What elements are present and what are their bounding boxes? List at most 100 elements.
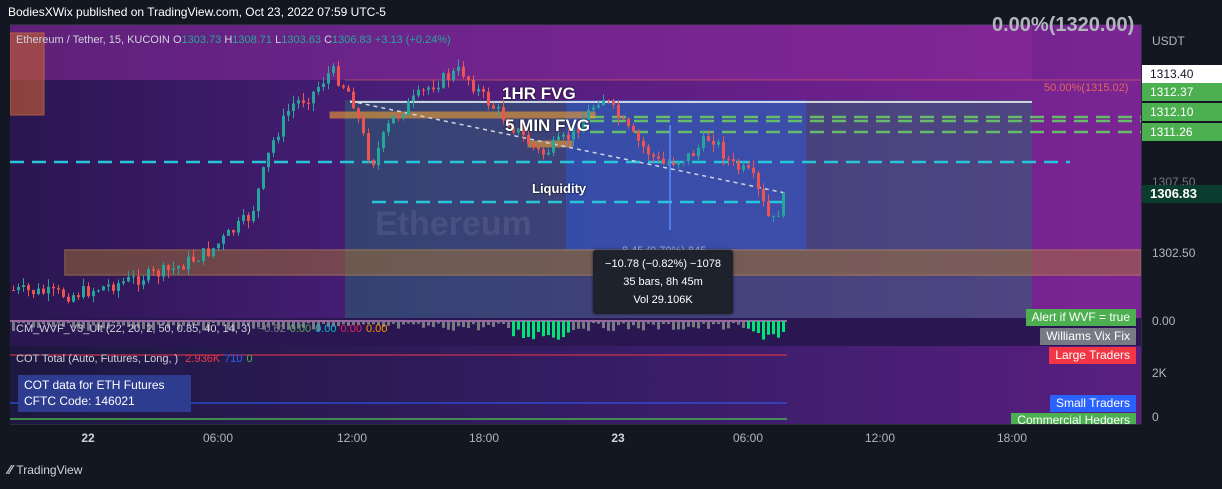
- wvf-bar: [687, 321, 690, 327]
- candle-body: [97, 290, 100, 292]
- candle-body: [407, 101, 410, 116]
- cot-legend-name: COT Total (Auto, Futures, Long, ): [16, 353, 179, 365]
- candle-body: [632, 126, 635, 132]
- wvf-bar: [617, 321, 620, 326]
- candle-body: [757, 173, 760, 189]
- candle-body: [467, 76, 470, 80]
- wvf-bar: [622, 321, 625, 324]
- candle-body: [552, 140, 555, 153]
- candle-body: [532, 143, 535, 147]
- candle-body: [677, 162, 680, 165]
- candle-body: [102, 286, 105, 291]
- cot-legend[interactable]: COT Total (Auto, Futures, Long, ) 2.936K…: [16, 353, 253, 365]
- wvf-bar: [567, 321, 570, 333]
- price-scale[interactable]: USDT 1313.40 1312.37 1312.10 1311.26 130…: [1141, 24, 1222, 424]
- wvf-bar: [407, 321, 410, 324]
- candle-body: [622, 118, 625, 120]
- measure-bars: 35 bars, 8h 45m: [623, 276, 703, 288]
- price-tick-1302-50: 1302.50: [1152, 246, 1196, 260]
- candle-body: [617, 104, 620, 119]
- wvf-bar: [677, 321, 680, 330]
- fvg-5min-label[interactable]: 5 MIN FVG: [505, 116, 590, 136]
- candle-body: [442, 73, 445, 88]
- candle-body: [777, 215, 780, 217]
- wvf-bar: [782, 321, 785, 332]
- wvf-bar: [707, 321, 710, 329]
- wvf-bar: [607, 321, 610, 331]
- wvf-bar: [502, 321, 505, 324]
- wvf-bar: [632, 321, 635, 326]
- watermark-text: Ethereum: [375, 205, 532, 243]
- close-label: C: [324, 34, 333, 46]
- wvf-bar: [627, 321, 630, 330]
- candle-body: [72, 295, 75, 302]
- candle-body: [177, 266, 180, 269]
- footer-brand[interactable]: ⁄⁄ TradingView: [8, 462, 82, 477]
- candle-body: [397, 115, 400, 118]
- wvf-bar: [467, 321, 470, 329]
- wvf-legend[interactable]: CM_WVF_V3_Ult (22, 20, 2, 50, 0.85, 40, …: [16, 323, 387, 335]
- time-tick-3: 18:00: [468, 431, 500, 445]
- candle-body: [432, 87, 435, 90]
- candle-body: [417, 89, 420, 96]
- cot-value-2: 0: [246, 353, 253, 365]
- candle-body: [117, 283, 120, 291]
- candle-body: [367, 133, 370, 161]
- candle-body: [627, 118, 630, 127]
- candle-body: [12, 290, 15, 291]
- candle-body: [112, 284, 115, 291]
- cot-value-1: 710: [224, 353, 243, 365]
- candle-body: [62, 289, 65, 297]
- wvf-bar: [542, 321, 545, 337]
- symbol-name: Ethereum / Tether, 15, KUCOIN: [16, 34, 170, 46]
- candle-body: [262, 167, 265, 189]
- candle-body: [282, 115, 285, 137]
- wvf-bar: [432, 321, 435, 328]
- candle-body: [742, 165, 745, 170]
- candle-body: [732, 159, 735, 162]
- time-tick-5: 06:00: [732, 431, 764, 445]
- candle-body: [687, 152, 690, 162]
- candle-body: [272, 140, 275, 153]
- wvf-bar: [457, 321, 460, 327]
- candle-body: [202, 248, 205, 262]
- fib-zone-blue: [566, 100, 806, 250]
- cot-value-0: 2.936K: [185, 353, 221, 365]
- liquidity-label[interactable]: Liquidity: [532, 181, 586, 196]
- wvf-value-4: 0.00: [365, 323, 388, 335]
- wvf-bar: [692, 321, 695, 328]
- wvf-bar: [757, 321, 760, 334]
- wvf-bar: [672, 321, 675, 330]
- wvf-bar: [747, 321, 750, 329]
- wvf-bar: [647, 321, 650, 324]
- time-tick-2: 12:00: [336, 431, 368, 445]
- candle-body: [32, 290, 35, 295]
- wvf-bar: [412, 321, 415, 325]
- publisher-header: BodiesXWix published on TradingView.com,…: [8, 5, 386, 19]
- wvf-bar: [592, 321, 595, 324]
- price-unit: USDT: [1152, 34, 1185, 48]
- candle-body: [227, 230, 230, 236]
- candle-body: [122, 281, 125, 284]
- wvf-bar: [397, 321, 400, 329]
- tradingview-logo-icon: ⁄⁄: [8, 462, 13, 477]
- wvf-bar: [742, 321, 745, 328]
- wvf-bar: [697, 321, 700, 329]
- wvf-bar: [752, 321, 755, 332]
- wvf-legend-name: CM_WVF_V3_Ult (22, 20, 2, 50, 0.85, 40, …: [16, 323, 251, 335]
- candle-body: [382, 132, 385, 149]
- measure-volume: Vol 29.106K: [633, 294, 693, 306]
- price-label-current: 1306.83: [1142, 185, 1222, 203]
- open-value: 1303.73: [181, 34, 222, 46]
- time-axis[interactable]: 22 06:00 12:00 18:00 23 06:00 12:00 18:00: [10, 424, 1141, 455]
- symbol-legend[interactable]: Ethereum / Tether, 15, KUCOIN O1303.73 H…: [16, 34, 451, 46]
- candle-body: [717, 141, 720, 145]
- fvg-1hr-label[interactable]: 1HR FVG: [502, 84, 576, 104]
- wvf-bar: [392, 321, 395, 324]
- candle-body: [597, 105, 600, 108]
- measure-tooltip: −10.78 (−0.82%) −1078 35 bars, 8h 45m Vo…: [593, 250, 733, 314]
- candle-body: [27, 285, 30, 291]
- candle-body: [557, 136, 560, 141]
- fib-50-label: 50.00%(1315.02): [1044, 82, 1129, 94]
- candle-body: [207, 248, 210, 257]
